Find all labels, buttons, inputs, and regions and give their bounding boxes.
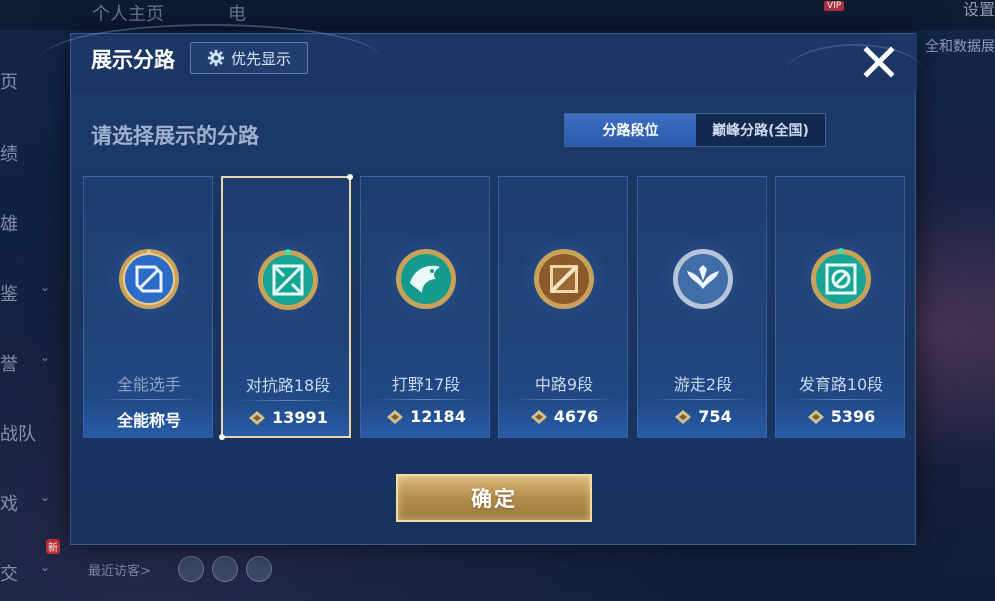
new-badge: 新 (46, 539, 60, 554)
mid-lane-emblem-icon (534, 249, 594, 309)
peak-points-icon (249, 410, 266, 425)
gear-icon (207, 49, 225, 67)
lane-card-clash[interactable]: 对抗路18段 13991 (219, 174, 353, 440)
priority-display-button[interactable]: 优先显示 (190, 42, 308, 74)
lane-card-mid[interactable]: 中路9段 4676 (498, 176, 628, 438)
confirm-button[interactable]: 确定 (396, 474, 592, 522)
peak-points-icon (530, 409, 547, 424)
side-item-game[interactable]: 戏 ⌄ (0, 490, 60, 516)
avatar[interactable] (212, 556, 238, 582)
lane-card-score: 754 (638, 407, 768, 426)
side-item-codex[interactable]: 鉴 ⌄ (0, 280, 60, 306)
side-menu: 页 绩 雄 鉴 ⌄ 誉 ⌄ 战队 戏 ⌄ 交 ⌄ (0, 40, 60, 600)
corner-dot (219, 434, 225, 440)
peak-points-icon (807, 409, 824, 424)
decorative-swirl (785, 44, 925, 104)
side-item-team[interactable]: 战队 (0, 420, 60, 446)
lane-card-jungle[interactable]: 打野17段 12184 (360, 176, 490, 438)
lane-card-name: 发育路10段 (798, 375, 884, 394)
lane-card-score: 12184 (361, 407, 491, 426)
lane-card-name: 游走2段 (673, 375, 733, 394)
tab-peak-lane[interactable]: 巅峰分路(全国) (696, 114, 825, 146)
farm-lane-emblem-icon (811, 248, 871, 309)
chevron-down-icon: ⌄ (40, 280, 51, 294)
dialog-header: 展示分路 优先显示 (41, 24, 925, 94)
side-item-social[interactable]: 交 ⌄ (0, 560, 60, 586)
lane-card-allround[interactable]: 全能选手 全能称号 (83, 176, 213, 438)
roam-emblem-icon (673, 249, 733, 309)
avatar[interactable] (246, 556, 272, 582)
side-item-record[interactable]: 绩 (0, 140, 60, 166)
chevron-down-icon: ⌄ (40, 490, 51, 504)
lane-card-roam[interactable]: 游走2段 754 (637, 176, 767, 438)
lane-card-name: 全能选手 (116, 375, 181, 394)
lane-card-farm[interactable]: 发育路10段 5396 (775, 176, 905, 438)
tab-profile[interactable]: 个人主页 (92, 0, 164, 26)
lane-tabs: 分路段位 巅峰分路(全国) (564, 113, 826, 147)
peak-points-icon (675, 409, 692, 424)
dialog-title: 展示分路 (91, 48, 175, 72)
lane-card-name: 打野17段 (391, 375, 461, 394)
lane-card-score: 4676 (499, 407, 629, 426)
lane-card-value: 全能称号 (116, 411, 181, 430)
recent-visitors-link[interactable]: 最近访客> (88, 560, 151, 579)
chevron-down-icon: ⌄ (40, 350, 51, 364)
display-lane-dialog: 展示分路 优先显示 请选择展示的分路 分路段位 巅峰分路(全国) 全能选手 全能… (41, 24, 925, 545)
allround-emblem-icon (119, 249, 179, 309)
priority-display-label: 优先显示 (230, 49, 291, 68)
peak-points-icon (387, 409, 404, 424)
tab-lane-rank[interactable]: 分路段位 (565, 114, 696, 146)
vip-badge: VIP (824, 1, 845, 11)
close-icon (863, 46, 895, 78)
lane-card-score: 13991 (223, 408, 353, 427)
lane-card-list: 全能选手 全能称号 对抗路18段 13991 打野17段 12184 中路9段 … (83, 174, 905, 440)
avatar[interactable] (178, 556, 204, 582)
close-button[interactable] (859, 42, 899, 82)
corner-dot (347, 174, 353, 180)
tab-second[interactable]: 电 (228, 0, 246, 26)
jungle-emblem-icon (396, 249, 456, 309)
side-item-honor[interactable]: 誉 ⌄ (0, 350, 60, 376)
dialog-subtitle: 请选择展示的分路 (91, 124, 259, 148)
side-item-hero[interactable]: 雄 (0, 210, 60, 236)
lane-card-name: 对抗路18段 (245, 376, 331, 395)
clash-lane-emblem-icon (258, 249, 318, 310)
lane-card-score: 5396 (776, 407, 906, 426)
settings-link[interactable]: 设置 (963, 0, 995, 20)
data-display-link[interactable]: 全和数据展 (925, 36, 995, 56)
lane-card-name: 中路9段 (534, 375, 594, 394)
chevron-down-icon: ⌄ (40, 560, 51, 574)
